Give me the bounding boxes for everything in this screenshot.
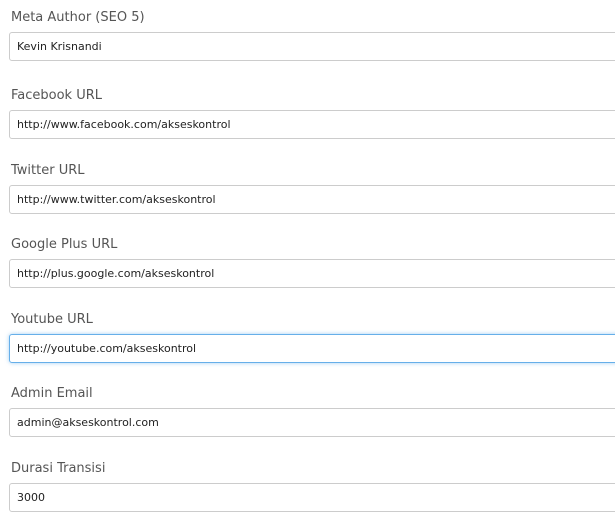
- meta-author-label: Meta Author (SEO 5): [11, 10, 145, 25]
- facebook-url-label: Facebook URL: [11, 88, 103, 103]
- meta-author-input[interactable]: [9, 32, 615, 61]
- twitter-url-label: Twitter URL: [11, 163, 85, 178]
- youtube-url-input[interactable]: [9, 334, 615, 363]
- google-plus-url-input[interactable]: [9, 259, 615, 288]
- admin-email-input[interactable]: [9, 408, 615, 437]
- twitter-url-input[interactable]: [9, 185, 615, 214]
- google-plus-url-label: Google Plus URL: [11, 237, 118, 252]
- admin-email-label: Admin Email: [11, 386, 93, 401]
- facebook-url-input[interactable]: [9, 110, 615, 139]
- durasi-transisi-label: Durasi Transisi: [11, 461, 106, 476]
- youtube-url-label: Youtube URL: [11, 312, 93, 327]
- durasi-transisi-input[interactable]: [9, 483, 615, 512]
